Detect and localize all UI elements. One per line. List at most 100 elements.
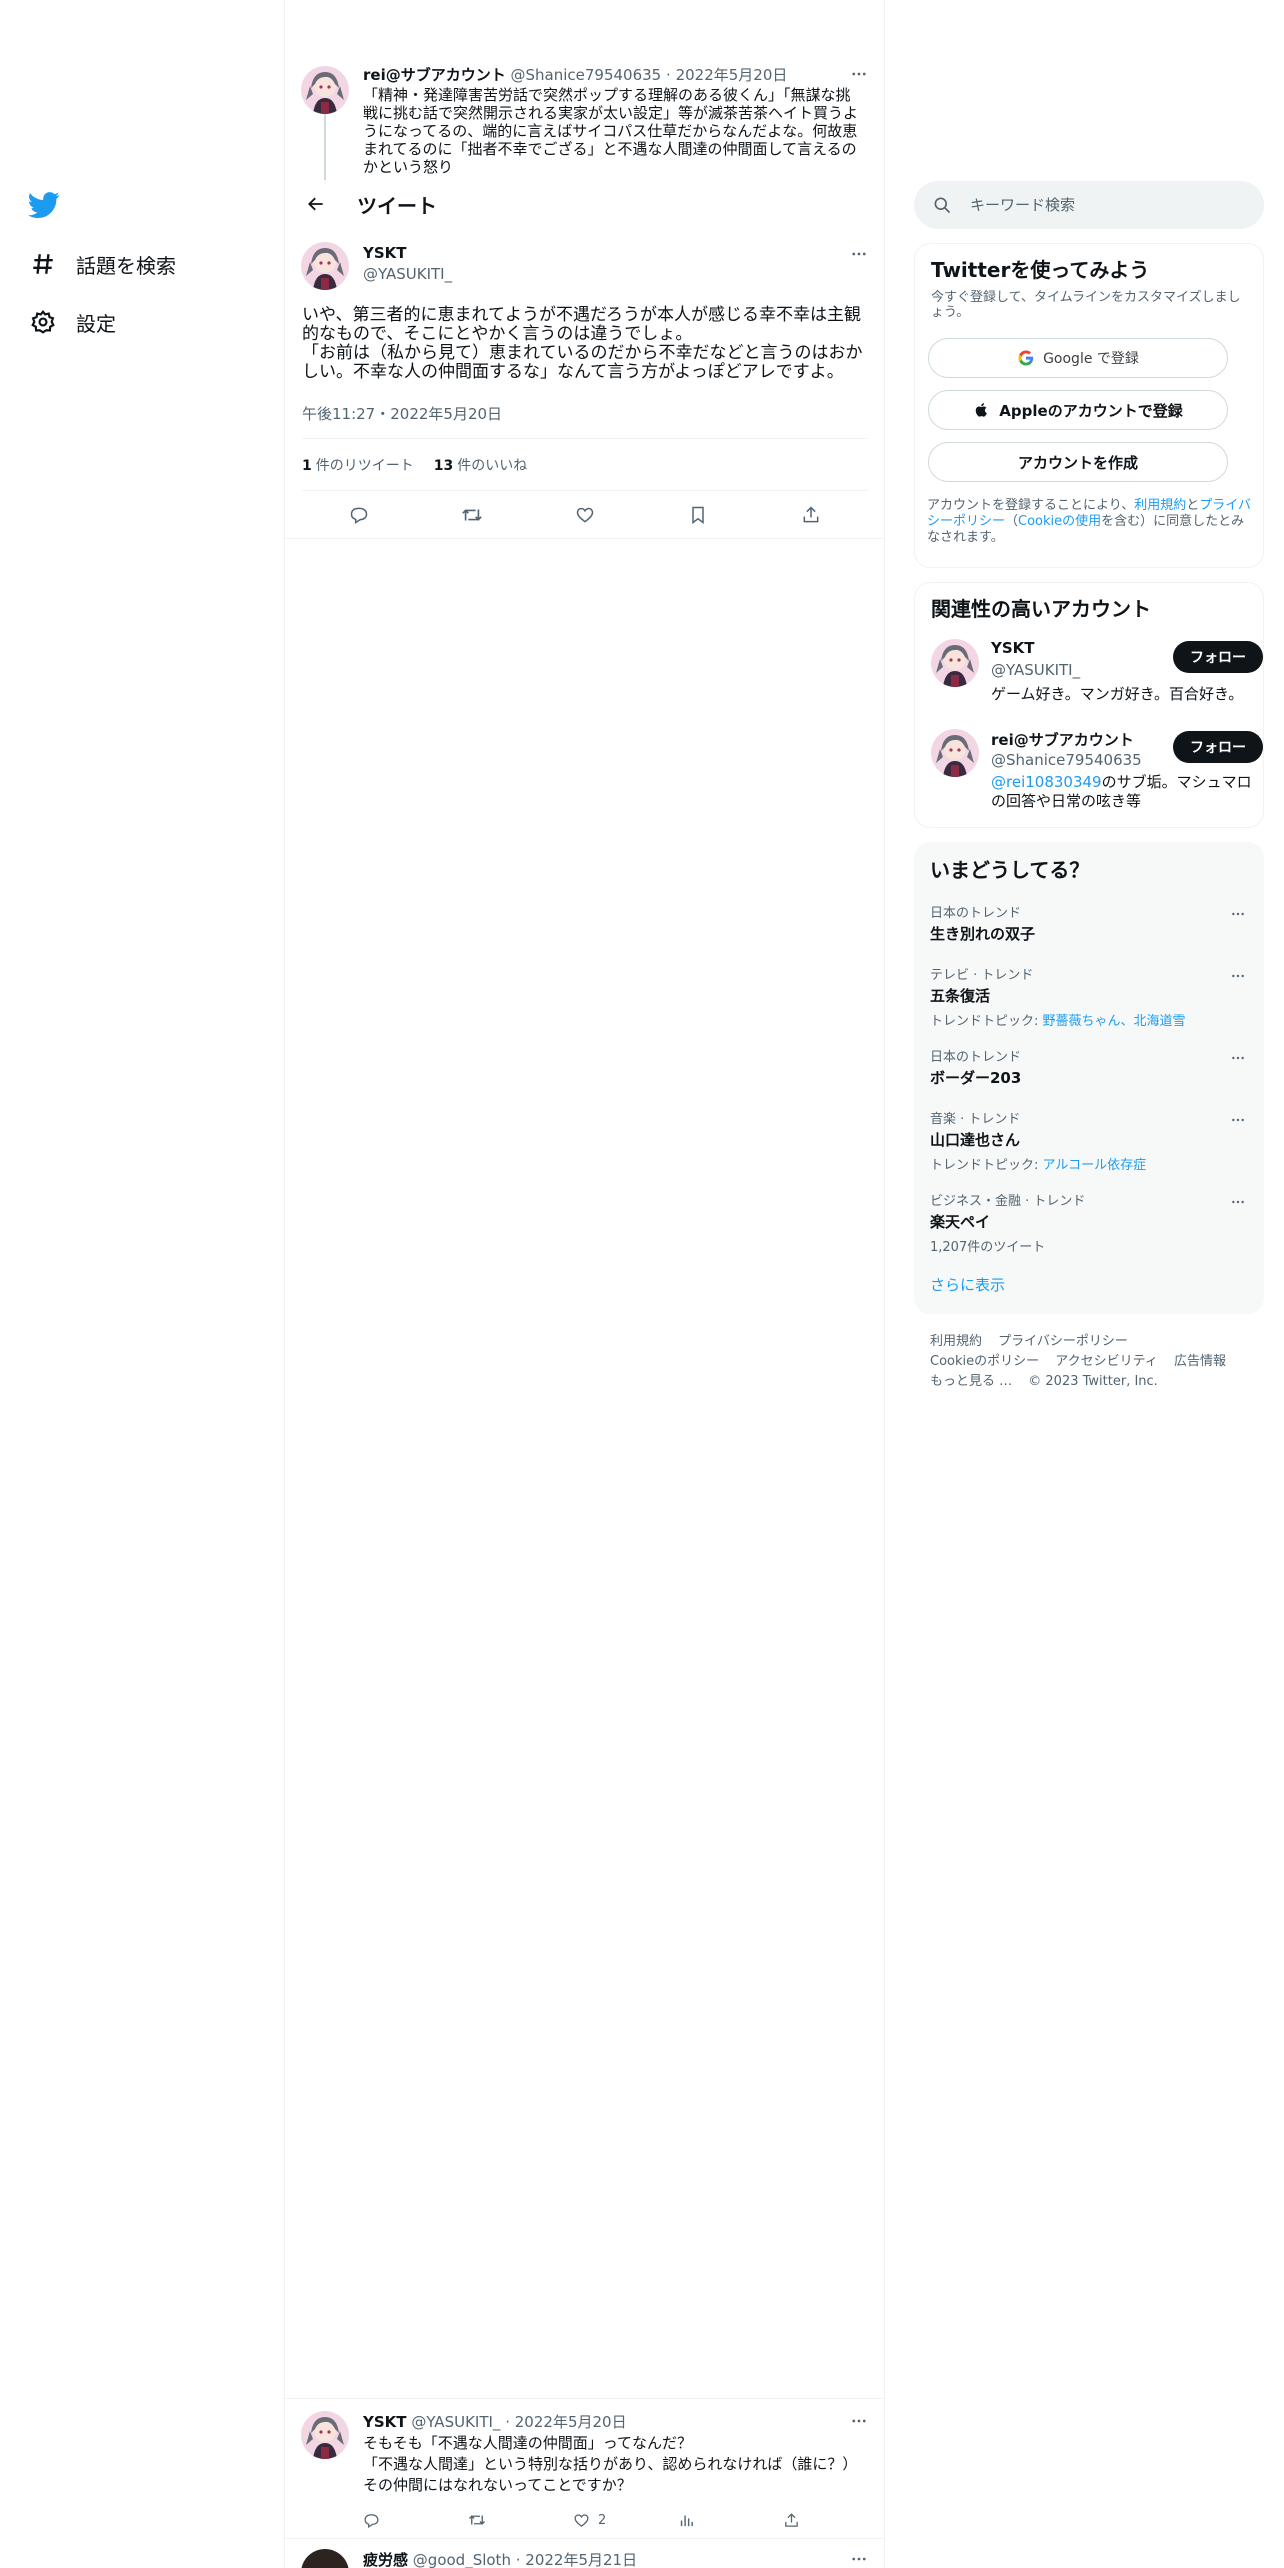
footer-privacy-link[interactable]: プライバシーポリシー — [998, 1334, 1128, 1349]
trend-topic-links[interactable]: 野薔薇ちゃん、北海道雪 — [1043, 1014, 1186, 1029]
suggested-account[interactable]: YSKT @YASUKITI_ ゲーム好き。マンガ好き。百合好き。 フォロー — [931, 639, 1263, 715]
retweets-stat[interactable]: 1 件のリツイート — [302, 455, 414, 475]
retweet-button[interactable] — [468, 2511, 573, 2529]
trend-topic-links[interactable]: アルコール依存症 — [1043, 1158, 1147, 1173]
retweet-icon — [469, 2515, 485, 2525]
share-icon[interactable] — [794, 498, 828, 532]
nav-explore[interactable]: 話題を検索 — [28, 244, 176, 284]
tweet-date[interactable]: 2022年5月21日 — [525, 2551, 637, 2568]
account-handle[interactable]: @YASUKITI_ — [991, 661, 1080, 679]
trend-name: 楽天ペイ — [930, 1213, 991, 1231]
page-header: ツイート — [285, 180, 884, 228]
author-name[interactable]: YSKT — [363, 2413, 407, 2431]
tweet-text: そもそも「不遇な人間達の仲間面」ってなんだ？ 「不遇な人間達」という特別な括りが… — [363, 2433, 863, 2496]
apple-signup-button[interactable]: Appleのアカウントで登録 — [928, 390, 1228, 430]
legal-notice: アカウントを登録することにより、利用規約とプライバシーポリシー（Cookieの使… — [927, 498, 1251, 546]
author-handle[interactable]: @good_Sloth — [413, 2551, 511, 2568]
account-name[interactable]: YSKT — [991, 639, 1035, 657]
avatar[interactable] — [931, 639, 979, 687]
footer-terms-link[interactable]: 利用規約 — [930, 1334, 982, 1349]
suggested-account[interactable]: rei@サブアカウント @Shanice79540635 @rei1083034… — [931, 729, 1263, 819]
trend-name: ボーダー203 — [930, 1069, 1022, 1087]
more-icon[interactable] — [1226, 964, 1250, 988]
reply-button[interactable] — [363, 2512, 468, 2529]
search-icon — [934, 197, 951, 214]
reply-tweet[interactable]: YSKT @YASUKITI_ · 2022年5月20日 そもそも「不遇な人間達… — [285, 2398, 884, 2538]
footer-cookie-link[interactable]: Cookieのポリシー — [930, 1354, 1039, 1369]
next-tweet[interactable]: 疲労感 @good_Sloth · 2022年5月21日 — [285, 2538, 884, 2568]
trend-category: 日本のトレンド — [930, 906, 1022, 921]
trend-category: 日本のトレンド — [930, 1050, 1022, 1065]
likes-stat[interactable]: 13 件のいいね — [434, 455, 527, 475]
trend-item[interactable]: 日本のトレンド ボーダー203 — [930, 1046, 1250, 1088]
follow-button[interactable]: フォロー — [1173, 731, 1263, 763]
more-icon[interactable] — [847, 62, 871, 86]
author-name[interactable]: YSKT — [363, 244, 407, 262]
more-icon[interactable] — [1226, 1108, 1250, 1132]
reply-icon[interactable] — [342, 498, 376, 532]
avatar[interactable] — [301, 2411, 349, 2459]
trend-tweet-count: 1,207件のツイート — [930, 1240, 1046, 1255]
tweet-text-line: 「不遇な人間達」という特別な括りがあり、認められなければ（誰に？）その仲間にはな… — [363, 2455, 858, 2494]
show-more-link[interactable]: さらに表示 — [930, 1274, 1005, 1295]
create-account-button[interactable]: アカウントを作成 — [928, 442, 1228, 482]
tweet-actions: 2 — [363, 2511, 884, 2529]
tweet-date[interactable]: 2022年5月20日 — [515, 2413, 627, 2431]
google-signup-button[interactable]: Google で登録 — [928, 338, 1228, 378]
analytics-button[interactable] — [678, 2512, 783, 2529]
avatar[interactable] — [301, 66, 349, 114]
search-input[interactable] — [970, 196, 1240, 214]
twitter-logo-icon[interactable] — [28, 189, 64, 225]
author-handle[interactable]: @Shanice79540635 — [511, 66, 662, 84]
hashtag-icon — [28, 249, 58, 279]
author-name[interactable]: 疲労感 — [363, 2551, 408, 2568]
cookie-link[interactable]: Cookieの使用 — [1018, 514, 1101, 529]
likes-count: 13 — [433, 458, 454, 474]
avatar[interactable] — [301, 242, 349, 290]
footer-ads-link[interactable]: 広告情報 — [1174, 1354, 1226, 1369]
tweet-date[interactable]: 2022年5月20日 — [676, 66, 788, 84]
follow-button[interactable]: フォロー — [1173, 641, 1263, 673]
more-icon[interactable] — [847, 2547, 871, 2568]
more-icon[interactable] — [847, 2409, 871, 2433]
account-handle[interactable]: @Shanice79540635 — [991, 751, 1142, 769]
bio-mention-link[interactable]: @rei10830349 — [991, 773, 1102, 791]
who-to-follow-title: 関連性の高いアカウント — [931, 597, 1151, 621]
like-button[interactable]: 2 — [573, 2512, 678, 2529]
trend-name: 山口達也さん — [930, 1131, 1021, 1149]
avatar[interactable] — [301, 2549, 349, 2568]
likes-label: 件のいいね — [457, 458, 528, 474]
footer-more-link[interactable]: もっと見る … — [930, 1374, 1012, 1389]
trend-item[interactable]: テレビ · トレンド 五条復活 トレンドトピック: 野薔薇ちゃん、北海道雪 — [930, 964, 1250, 1029]
trend-item[interactable]: 音楽 · トレンド 山口達也さん トレンドトピック: アルコール依存症 — [930, 1108, 1250, 1173]
nav-explore-label: 話題を検索 — [76, 253, 176, 278]
terms-link[interactable]: 利用規約 — [1134, 498, 1186, 513]
tweet-text-line: そもそも「不遇な人間達の仲間面」ってなんだ？ — [363, 2434, 692, 2452]
more-icon[interactable] — [847, 242, 871, 266]
more-icon[interactable] — [1226, 1046, 1250, 1070]
search-bar[interactable] — [914, 181, 1264, 229]
back-arrow-icon[interactable] — [299, 187, 333, 221]
more-icon[interactable] — [1226, 1190, 1250, 1214]
author-name[interactable]: rei@サブアカウント — [363, 66, 506, 84]
more-icon[interactable] — [1226, 902, 1250, 926]
nav-settings[interactable]: 設定 — [28, 302, 116, 342]
avatar[interactable] — [931, 729, 979, 777]
trend-topics: トレンドトピック: アルコール依存症 — [930, 1154, 1250, 1173]
like-icon[interactable] — [568, 498, 602, 532]
parent-tweet[interactable]: rei@サブアカウント @Shanice79540635 · 2022年5月20… — [285, 60, 884, 178]
tweet-timestamp[interactable]: 午後11:27・2022年5月20日 — [302, 403, 502, 424]
author-handle[interactable]: @YASUKITI_ — [363, 265, 452, 283]
account-name[interactable]: rei@サブアカウント — [991, 729, 1134, 750]
trend-item[interactable]: 日本のトレンド 生き別れの双子 — [930, 902, 1250, 944]
signup-title: Twitterを使ってみよう — [931, 258, 1150, 282]
retweet-icon[interactable] — [455, 498, 489, 532]
trend-item[interactable]: ビジネス・金融 · トレンド 楽天ペイ 1,207件のツイート — [930, 1190, 1250, 1255]
author-handle[interactable]: @YASUKITI_ — [411, 2413, 500, 2431]
retweets-count: 1 — [302, 458, 312, 474]
tweet-header: rei@サブアカウント @Shanice79540635 · 2022年5月20… — [363, 64, 787, 85]
share-button[interactable] — [783, 2512, 884, 2529]
bookmark-icon[interactable] — [681, 498, 715, 532]
footer-accessibility-link[interactable]: アクセシビリティ — [1055, 1354, 1158, 1369]
trends-card: いまどうしてる？ 日本のトレンド 生き別れの双子 テレビ · トレンド 五条復活… — [914, 842, 1264, 1314]
